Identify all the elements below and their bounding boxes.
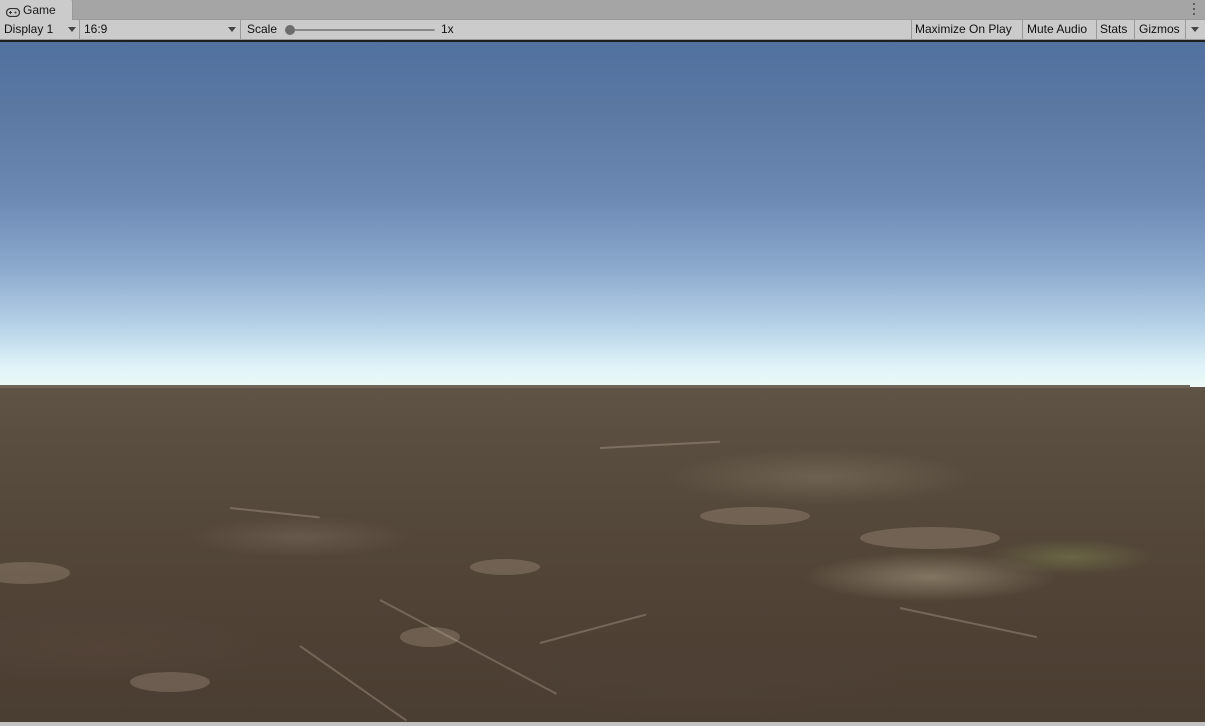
more-options-icon[interactable]	[1193, 3, 1196, 15]
ground-patch	[700, 507, 810, 525]
gizmos-chevron-down-icon[interactable]	[1191, 27, 1199, 32]
display-chevron-down-icon	[68, 27, 76, 32]
divider	[1022, 20, 1023, 39]
divider	[911, 20, 912, 39]
divider	[79, 20, 80, 39]
game-toolbar: Display 1 16:9 Scale 1x Maximize On Play…	[0, 20, 1205, 40]
scale-value: 1x	[441, 22, 454, 36]
scale-slider-thumb[interactable]	[285, 25, 295, 35]
aspect-chevron-down-icon	[228, 27, 236, 32]
tab-strip: Game	[0, 0, 1205, 20]
maximize-on-play-toggle[interactable]: Maximize On Play	[915, 20, 1012, 39]
terrain-ground	[0, 387, 1205, 722]
ground-patch	[0, 562, 70, 584]
scale-slider-track[interactable]	[289, 29, 435, 31]
tab-game[interactable]: Game	[0, 0, 73, 20]
twig	[379, 599, 558, 695]
twig	[299, 645, 408, 722]
mute-audio-toggle[interactable]: Mute Audio	[1027, 20, 1087, 39]
ground-patch	[860, 527, 1000, 549]
divider	[1096, 20, 1097, 39]
display-dropdown-label: Display 1	[4, 22, 54, 36]
horizon-line	[0, 385, 1190, 388]
unity-game-window: Game Display 1 16:9 Scale 1x Maximize On…	[0, 0, 1205, 726]
aspect-dropdown-label: 16:9	[84, 22, 108, 36]
twig	[599, 440, 720, 449]
divider	[1185, 20, 1186, 39]
game-viewport[interactable]	[0, 42, 1205, 722]
skybox	[0, 42, 1205, 387]
ground-patch	[130, 672, 210, 692]
gamepad-icon	[5, 6, 21, 17]
twig	[899, 607, 1038, 639]
gizmos-toggle[interactable]: Gizmos	[1139, 20, 1180, 39]
aspect-dropdown[interactable]: 16:9	[84, 20, 240, 39]
ground-patch	[470, 559, 540, 575]
divider	[1134, 20, 1135, 39]
tab-game-label: Game	[23, 3, 56, 17]
scale-label: Scale	[247, 22, 278, 36]
twig	[539, 613, 647, 644]
twig	[229, 507, 320, 519]
bottom-border	[0, 722, 1205, 726]
stats-toggle[interactable]: Stats	[1100, 20, 1127, 39]
divider	[240, 20, 241, 39]
